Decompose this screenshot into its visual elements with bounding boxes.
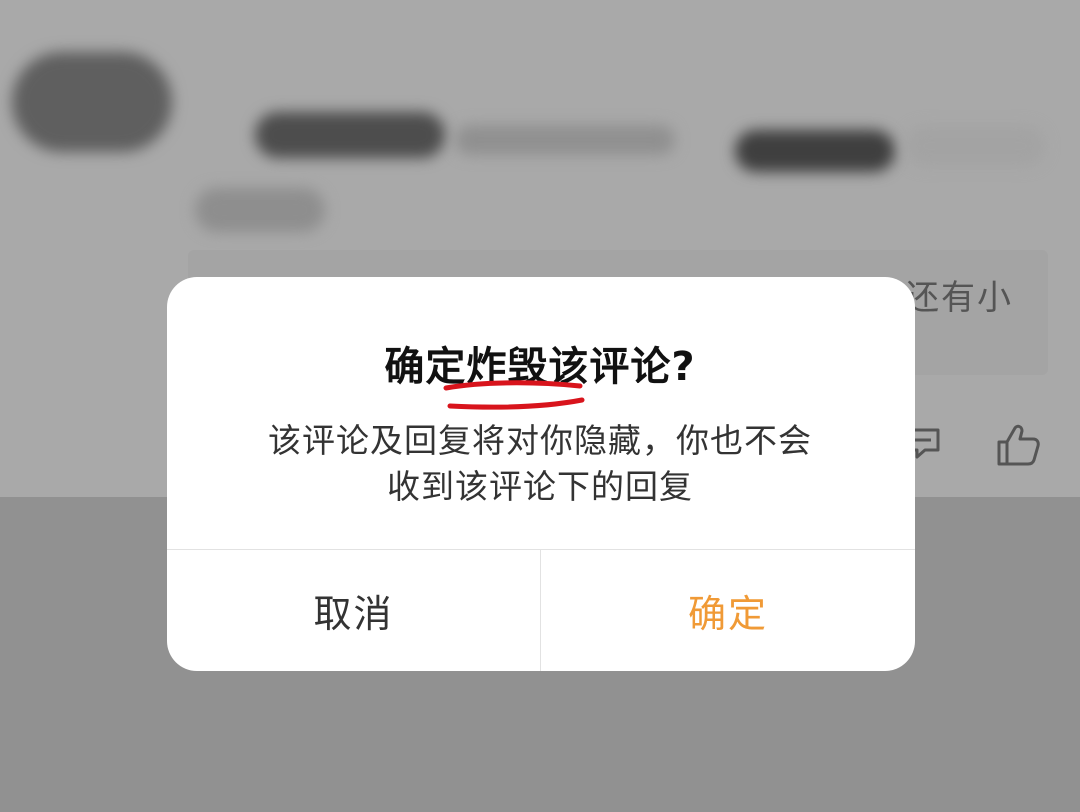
blurred-avatar <box>12 52 172 152</box>
comment-text-fragment: 还有小 <box>905 278 1013 318</box>
dialog-message-line: 该评论及回复将对你隐藏，你也不会 <box>268 421 812 460</box>
confirm-button[interactable]: 确定 <box>541 550 915 671</box>
blurred-username-part <box>905 126 1045 166</box>
blurred-username-part <box>735 130 895 172</box>
dialog-message: 该评论及回复将对你隐藏，你也不会 收到该评论下的回复 <box>0 418 1080 510</box>
blurred-username-part <box>455 125 675 155</box>
cancel-button[interactable]: 取消 <box>167 550 540 671</box>
dialog-message-line: 收到该评论下的回复 <box>387 467 693 506</box>
red-underline-annotation <box>443 380 585 410</box>
blurred-username <box>255 112 445 158</box>
blurred-tag <box>195 188 325 232</box>
